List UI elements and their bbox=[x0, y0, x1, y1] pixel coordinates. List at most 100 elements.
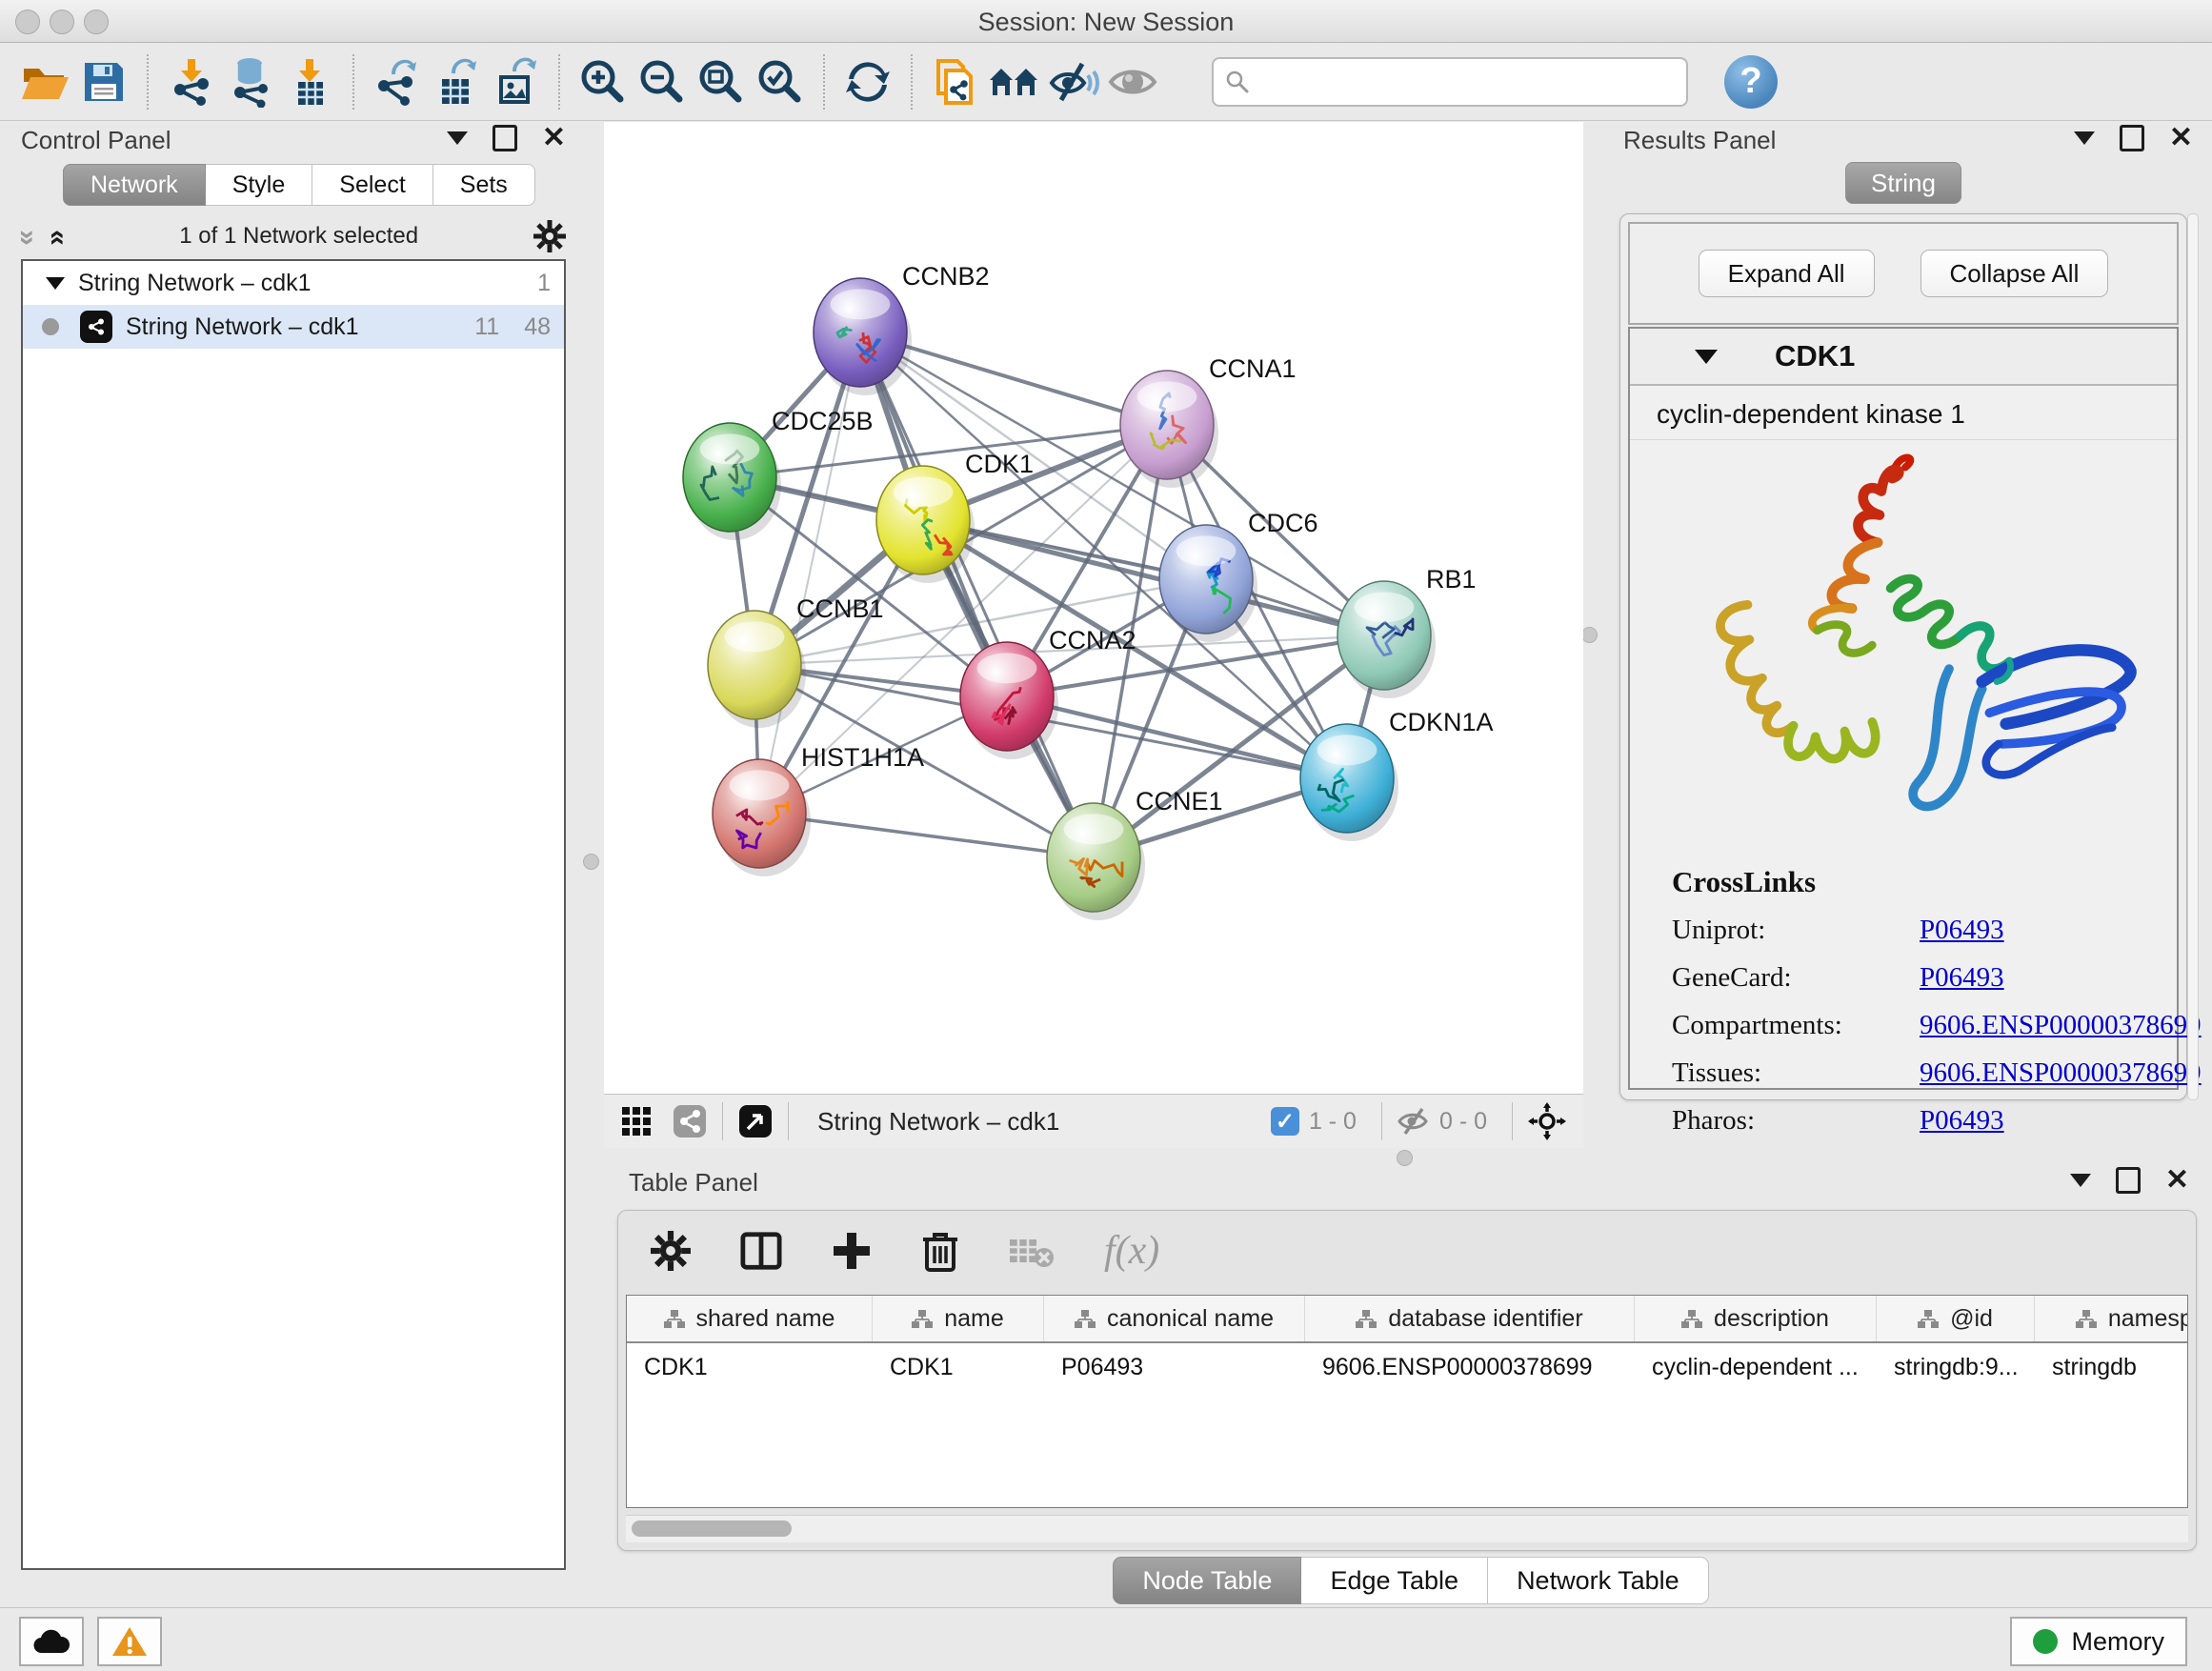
houses-button[interactable] bbox=[985, 52, 1044, 111]
tab-edge-table[interactable]: Edge Table bbox=[1301, 1557, 1488, 1604]
search-box[interactable] bbox=[1212, 57, 1688, 107]
network-options-gear-icon[interactable] bbox=[533, 220, 566, 252]
hide-selected-button[interactable] bbox=[1044, 52, 1103, 111]
refresh-button[interactable] bbox=[838, 52, 897, 111]
expand-all-icon[interactable]: « bbox=[42, 230, 74, 243]
table-options-gear-icon[interactable] bbox=[651, 1231, 691, 1271]
tab-node-table[interactable]: Node Table bbox=[1113, 1557, 1301, 1604]
eye-slash-icon bbox=[1048, 56, 1099, 108]
delete-column-trash-icon[interactable] bbox=[921, 1230, 959, 1272]
panel-float-icon[interactable] bbox=[493, 125, 517, 151]
expand-all-button[interactable]: Expand All bbox=[1699, 250, 1875, 297]
panel-close-icon[interactable]: ✕ bbox=[2165, 1166, 2189, 1195]
network-node[interactable]: CCNB2 bbox=[814, 262, 990, 395]
zoom-out-button[interactable] bbox=[633, 52, 692, 111]
delete-table-icon[interactable] bbox=[1009, 1234, 1055, 1268]
uniprot-link[interactable]: P06493 bbox=[1920, 915, 2177, 946]
import-network-file-button[interactable] bbox=[162, 52, 221, 111]
table-cell[interactable]: CDK1 bbox=[627, 1343, 873, 1391]
help-button[interactable]: ? bbox=[1724, 55, 1778, 109]
tab-string[interactable]: String bbox=[1845, 162, 1961, 204]
table-cell[interactable]: CDK1 bbox=[873, 1343, 1044, 1391]
panel-menu-icon[interactable] bbox=[447, 131, 468, 145]
zoom-selected-button[interactable] bbox=[751, 52, 810, 111]
tab-select[interactable]: Select bbox=[312, 164, 432, 206]
duplicate-network-button[interactable] bbox=[926, 52, 985, 111]
birdseye-view-icon[interactable] bbox=[738, 1104, 773, 1138]
panel-float-icon[interactable] bbox=[2120, 125, 2144, 151]
column-header-canonical-name[interactable]: canonical name bbox=[1044, 1296, 1305, 1341]
tab-style[interactable]: Style bbox=[206, 164, 313, 206]
tab-network[interactable]: Network bbox=[63, 164, 206, 206]
network-node[interactable]: CCNA1 bbox=[1120, 354, 1297, 488]
collapse-all-button[interactable]: Collapse All bbox=[1920, 250, 2109, 297]
hidden-eye-slash-icon[interactable] bbox=[1398, 1107, 1430, 1136]
network-node[interactable]: CCNE1 bbox=[1047, 787, 1223, 920]
table-hscrollbar-thumb[interactable] bbox=[632, 1520, 792, 1537]
cdk1-card-header[interactable]: CDK1 bbox=[1630, 329, 2177, 386]
left-splitter-handle[interactable] bbox=[583, 854, 599, 870]
network-node[interactable]: CDC25B bbox=[683, 407, 874, 540]
network-graph[interactable]: CCNB2CCNA1CDC25BCDK1CDC6RB1CCNB1CCNA2CDK… bbox=[604, 122, 1583, 1094]
add-column-plus-icon[interactable] bbox=[832, 1231, 872, 1271]
selected-indicator-checkbox[interactable]: ✓ bbox=[1271, 1107, 1299, 1136]
column-header-shared-name[interactable]: shared name bbox=[627, 1296, 873, 1341]
table-cell[interactable]: stringdb bbox=[2035, 1343, 2188, 1391]
export-table-button[interactable] bbox=[427, 52, 486, 111]
tissues-link[interactable]: 9606.ENSP00000378699 bbox=[1920, 1057, 2202, 1089]
save-session-button[interactable] bbox=[74, 52, 133, 111]
table-row[interactable]: CDK1CDK1P064939606.ENSP00000378699cyclin… bbox=[627, 1343, 2187, 1391]
column-header--id[interactable]: @id bbox=[1877, 1296, 2035, 1341]
node-table[interactable]: shared namenamecanonical namedatabase id… bbox=[626, 1295, 2188, 1508]
column-header-database-identifier[interactable]: database identifier bbox=[1305, 1296, 1635, 1341]
column-header-namespace[interactable]: namespace bbox=[2035, 1296, 2188, 1341]
table-cell[interactable]: stringdb:9... bbox=[1877, 1343, 2035, 1391]
zoom-in-button[interactable] bbox=[573, 52, 633, 111]
grid-view-icon[interactable] bbox=[621, 1106, 652, 1137]
network-node[interactable]: CDKN1A bbox=[1300, 708, 1494, 841]
tab-sets[interactable]: Sets bbox=[433, 164, 535, 206]
fit-crosshair-icon[interactable] bbox=[1528, 1102, 1566, 1140]
network-node[interactable]: HIST1H1A bbox=[713, 743, 924, 876]
share-view-icon[interactable] bbox=[673, 1104, 707, 1138]
network-canvas[interactable]: CCNB2CCNA1CDC25BCDK1CDC6RB1CCNB1CCNA2CDK… bbox=[604, 122, 1583, 1094]
search-input[interactable] bbox=[1259, 66, 1675, 97]
memory-button[interactable]: Memory bbox=[2010, 1617, 2187, 1666]
panel-menu-icon[interactable] bbox=[2074, 131, 2095, 145]
node-description: cyclin-dependent kinase 1 bbox=[1630, 386, 2177, 440]
pharos-link[interactable]: P06493 bbox=[1920, 1105, 2177, 1137]
table-hscrollbar[interactable] bbox=[626, 1515, 2188, 1542]
export-network-button[interactable] bbox=[368, 52, 427, 111]
open-session-button[interactable] bbox=[15, 52, 74, 111]
network-collection-row[interactable]: String Network – cdk1 1 bbox=[23, 261, 564, 305]
panel-close-icon[interactable]: ✕ bbox=[542, 124, 566, 152]
collection-expand-icon[interactable] bbox=[46, 277, 65, 290]
collapse-all-icon[interactable]: » bbox=[11, 230, 44, 243]
column-header-name[interactable]: name bbox=[873, 1296, 1044, 1341]
function-builder-icon[interactable]: f(x) bbox=[1104, 1228, 1159, 1274]
warning-icon bbox=[111, 1625, 148, 1658]
column-header-description[interactable]: description bbox=[1635, 1296, 1877, 1341]
show-columns-icon[interactable] bbox=[740, 1231, 782, 1271]
panel-menu-icon[interactable] bbox=[2070, 1174, 2091, 1187]
show-all-button[interactable] bbox=[1103, 52, 1162, 111]
results-scrollbar[interactable] bbox=[2187, 213, 2199, 1100]
network-row[interactable]: String Network – cdk1 11 48 bbox=[23, 305, 564, 349]
cloud-status-button[interactable] bbox=[19, 1617, 84, 1666]
genecard-link[interactable]: P06493 bbox=[1920, 962, 2177, 994]
panel-close-icon[interactable]: ✕ bbox=[2169, 124, 2193, 152]
tab-network-table[interactable]: Network Table bbox=[1488, 1557, 1709, 1604]
network-node[interactable]: RB1 bbox=[1337, 565, 1477, 698]
network-node[interactable]: CDC6 bbox=[1159, 509, 1318, 642]
zoom-fit-button[interactable] bbox=[692, 52, 751, 111]
table-cell[interactable]: P06493 bbox=[1044, 1343, 1305, 1391]
import-table-file-button[interactable] bbox=[280, 52, 339, 111]
panel-float-icon[interactable] bbox=[2116, 1167, 2141, 1194]
export-image-button[interactable] bbox=[486, 52, 545, 111]
warnings-button[interactable] bbox=[97, 1617, 162, 1666]
table-cell[interactable]: 9606.ENSP00000378699 bbox=[1305, 1343, 1635, 1391]
import-network-database-button[interactable] bbox=[221, 52, 280, 111]
table-cell[interactable]: cyclin-dependent ... bbox=[1635, 1343, 1877, 1391]
compartments-link[interactable]: 9606.ENSP00000378699 bbox=[1920, 1010, 2202, 1041]
collapse-section-icon[interactable] bbox=[1695, 350, 1718, 364]
